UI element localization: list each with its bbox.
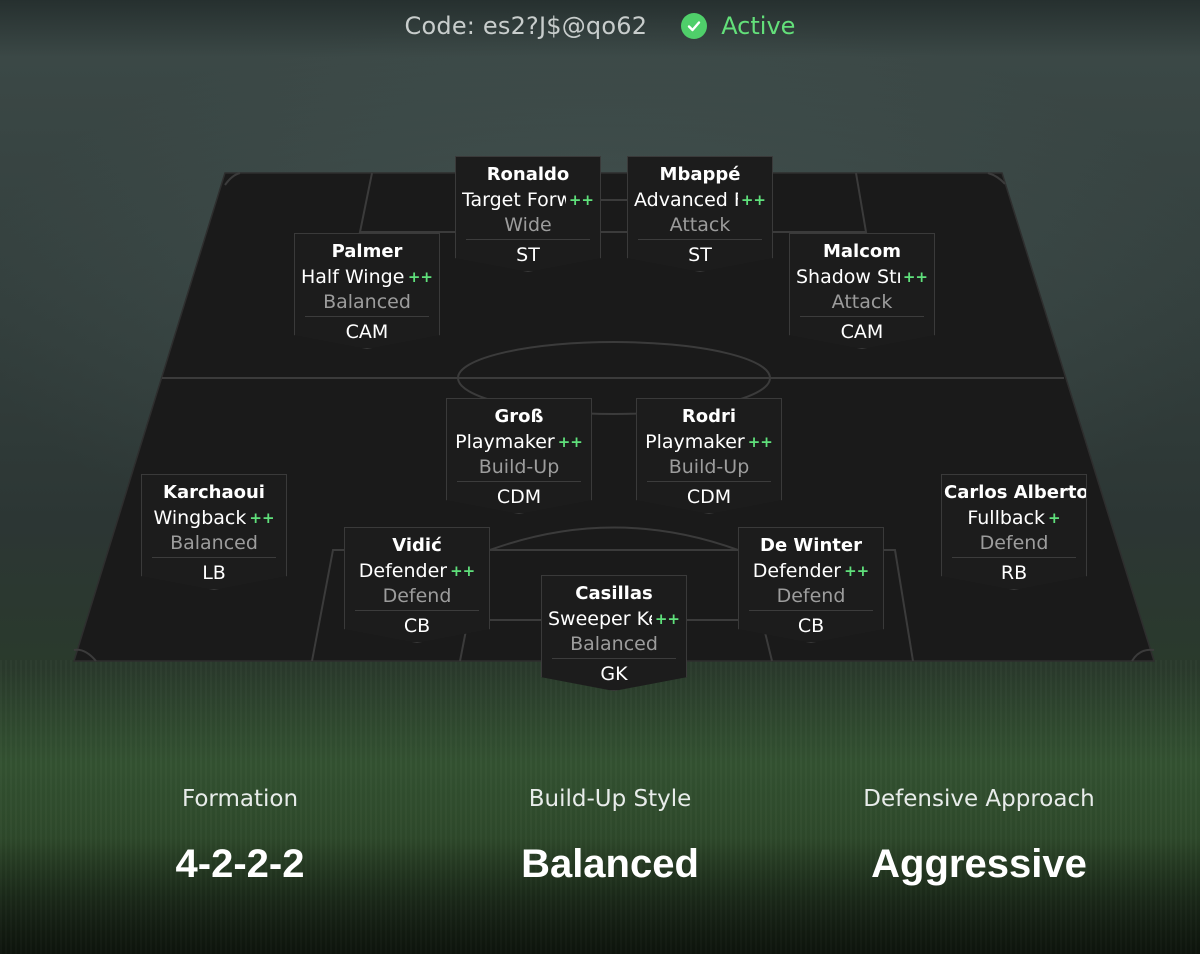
role-plus-badge: ++: [557, 433, 583, 451]
player-focus: Defend: [952, 531, 1076, 558]
player-name: Casillas: [575, 583, 653, 604]
player-role: Defender: [752, 560, 842, 582]
role-plus-badge: ++: [450, 562, 476, 580]
player-card-lb[interactable]: Karchaoui Wingback ++ Balanced LB: [141, 474, 287, 590]
formation-summary: Formation 4-2-2-2: [80, 786, 400, 887]
buildup-summary: Build-Up Style Balanced: [450, 786, 770, 887]
player-name: Groß: [494, 406, 544, 427]
player-role: Advanced Forward: [634, 189, 738, 211]
player-card-st-left[interactable]: Ronaldo Target Forward++ Wide ST: [455, 156, 601, 272]
buildup-label: Build-Up Style: [528, 786, 692, 812]
player-role: Shadow Striker: [796, 266, 900, 288]
role-plus-badge: ++: [747, 433, 773, 451]
player-name: Mbappé: [659, 164, 741, 185]
role-plus-badge: ++: [902, 268, 928, 286]
defense-value: Aggressive: [871, 842, 1087, 886]
player-role: Target Forward: [462, 189, 566, 211]
player-name: Karchaoui: [163, 482, 265, 503]
defense-summary: Defensive Approach Aggressive: [819, 786, 1139, 887]
buildup-value: Balanced: [521, 842, 699, 886]
player-name: Palmer: [331, 241, 403, 262]
player-focus: Defend: [355, 584, 479, 611]
player-focus: Wide: [466, 213, 590, 240]
player-role: Playmaker: [455, 431, 555, 453]
role-plus-badge: ++: [249, 509, 275, 527]
player-name: Ronaldo: [486, 164, 570, 185]
role-plus-badge: ++: [844, 562, 870, 580]
player-card-rb[interactable]: Carlos Alberto Fullback + Defend RB: [941, 474, 1087, 590]
player-focus: Attack: [800, 290, 924, 317]
player-focus: Defend: [749, 584, 873, 611]
tactics-summary: Formation 4-2-2-2 Build-Up Style Balance…: [0, 786, 1200, 906]
player-focus: Attack: [638, 213, 762, 240]
player-role: Playmaker: [645, 431, 745, 453]
player-card-st-right[interactable]: Mbappé Advanced Forward++ Attack ST: [627, 156, 773, 272]
role-plus-badge: ++: [568, 191, 594, 209]
player-card-cb-left[interactable]: Vidić Defender ++ Defend CB: [344, 527, 490, 643]
player-name: Rodri: [681, 406, 737, 427]
player-focus: Balanced: [152, 531, 276, 558]
role-plus-badge: +: [1048, 509, 1061, 527]
player-role: Defender: [358, 560, 448, 582]
player-role: Half Winger: [301, 266, 405, 288]
player-focus: Balanced: [552, 632, 676, 659]
player-card-cam-left[interactable]: Palmer Half Winger ++ Balanced CAM: [294, 233, 440, 349]
player-card-cdm-right[interactable]: Rodri Playmaker ++ Build-Up CDM: [636, 398, 782, 514]
formation-label: Formation: [181, 786, 299, 812]
player-focus: Build-Up: [647, 455, 771, 482]
role-plus-badge: ++: [654, 610, 680, 628]
formation-value: 4-2-2-2: [175, 842, 305, 886]
player-card-cam-right[interactable]: Malcom Shadow Striker++ Attack CAM: [789, 233, 935, 349]
player-card-cdm-left[interactable]: Groß Playmaker ++ Build-Up CDM: [446, 398, 592, 514]
player-card-gk[interactable]: Casillas Sweeper Keeper++ Balanced GK: [541, 575, 687, 691]
player-role: Fullback: [967, 507, 1046, 529]
player-focus: Balanced: [305, 290, 429, 317]
role-plus-badge: ++: [740, 191, 766, 209]
role-plus-badge: ++: [407, 268, 433, 286]
player-name: Vidić: [392, 535, 442, 556]
player-role: Wingback: [153, 507, 247, 529]
player-card-cb-right[interactable]: De Winter Defender ++ Defend CB: [738, 527, 884, 643]
player-name: De Winter: [760, 535, 862, 556]
player-focus: Build-Up: [457, 455, 581, 482]
defense-label: Defensive Approach: [863, 786, 1095, 812]
player-role: Sweeper Keeper: [548, 608, 652, 630]
player-name: Malcom: [822, 241, 902, 262]
player-name: Carlos Alberto: [944, 482, 1086, 503]
